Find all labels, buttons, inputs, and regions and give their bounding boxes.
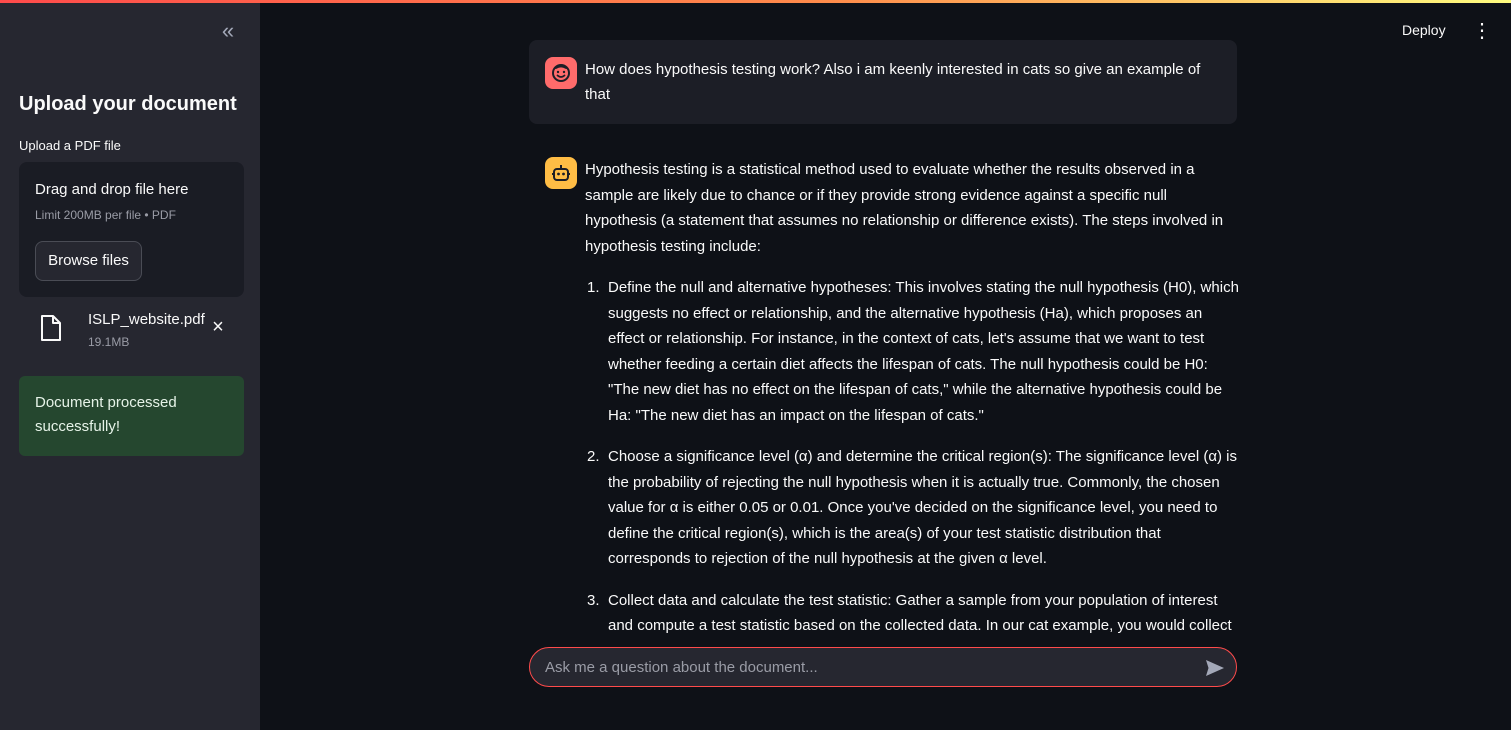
assistant-message: Hypothesis testing is a statistical meth… (585, 157, 1240, 635)
list-item: 1. Define the null and alternative hypot… (585, 275, 1240, 428)
user-avatar-icon (545, 57, 577, 89)
uploaded-file-item: ISLP_website.pdf 19.1MB × (40, 309, 240, 353)
assistant-steps-list: 1. Define the null and alternative hypot… (585, 275, 1240, 635)
chat-input[interactable] (545, 648, 1185, 686)
dropzone-limit: Limit 200MB per file • PDF (35, 208, 176, 222)
list-number: 1. (587, 279, 600, 296)
list-item-text: Define the null and alternative hypothes… (608, 279, 1239, 424)
file-size: 19.1MB (88, 335, 130, 349)
collapse-sidebar-icon[interactable]: « (216, 20, 240, 44)
upload-label: Upload a PDF file (19, 138, 121, 153)
success-alert: Document processed successfully! (19, 376, 244, 456)
file-icon (41, 315, 61, 341)
remove-file-icon[interactable]: × (208, 317, 228, 337)
list-item: 2. Choose a significance level (α) and d… (585, 444, 1240, 572)
robot-icon (552, 165, 570, 181)
list-number: 2. (587, 448, 600, 465)
list-item: 3. Collect data and calculate the test s… (585, 588, 1240, 636)
chat-input-box (529, 647, 1237, 687)
bot-avatar-icon (545, 157, 577, 189)
browse-files-button[interactable]: Browse files (35, 241, 142, 281)
assistant-intro: Hypothesis testing is a statistical meth… (585, 161, 1224, 255)
send-icon[interactable] (1204, 657, 1226, 679)
deploy-button[interactable]: Deploy (1402, 22, 1446, 38)
sidebar: « Upload your document Upload a PDF file… (0, 0, 260, 730)
dropzone-title: Drag and drop file here (35, 181, 189, 198)
list-item-text: Collect data and calculate the test stat… (608, 591, 1232, 635)
sidebar-title: Upload your document (19, 93, 237, 115)
file-dropzone[interactable]: Drag and drop file here Limit 200MB per … (19, 162, 244, 297)
file-name: ISLP_website.pdf (88, 311, 205, 328)
smile-face-icon (552, 64, 570, 82)
top-decoration-bar (0, 0, 1511, 3)
user-message: How does hypothesis testing work? Also i… (529, 40, 1237, 124)
list-number: 3. (587, 591, 600, 609)
list-item-text: Choose a significance level (α) and dete… (608, 448, 1238, 567)
user-message-text: How does hypothesis testing work? Also i… (585, 61, 1201, 103)
kebab-menu-icon[interactable]: ⋮ (1472, 20, 1492, 42)
